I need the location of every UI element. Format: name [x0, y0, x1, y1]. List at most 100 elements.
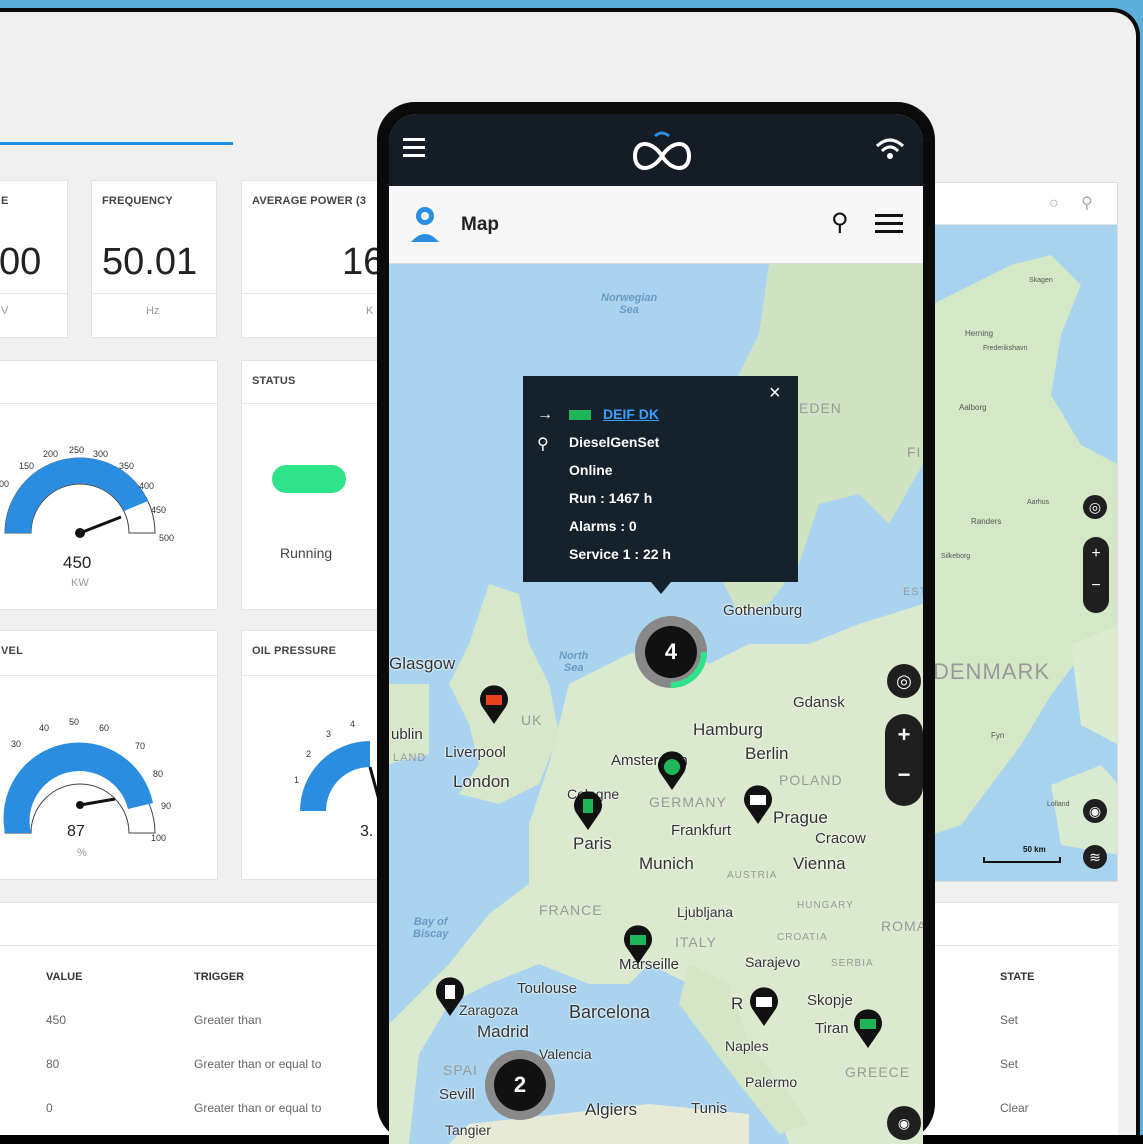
eye-icon[interactable]: ◉	[1083, 799, 1107, 823]
app-logo-icon	[632, 131, 692, 170]
divider	[242, 403, 390, 404]
frequency-card: FREQUENCY 50.01 Hz	[91, 180, 217, 338]
sea-label: Bay of Biscay	[413, 916, 449, 940]
town-label: Lolland	[1047, 801, 1070, 808]
search-icon[interactable]: ⚲	[1081, 193, 1093, 213]
cluster-marker[interactable]: 4	[635, 616, 707, 688]
europe-map[interactable]: Norwegian Sea North Sea Bay of Biscay ED…	[389, 264, 923, 1144]
city-label: Sarajevo	[745, 954, 801, 970]
city-label: Tangier	[445, 1122, 491, 1138]
city-label: Vienna	[793, 854, 846, 873]
generator-pin[interactable]	[741, 784, 775, 826]
zoom-out-button[interactable]: −	[885, 762, 923, 788]
site-link[interactable]: DEIF DK	[603, 406, 659, 422]
city-label: R	[731, 994, 744, 1013]
refresh-icon[interactable]: ○	[1049, 195, 1059, 213]
oil-value: 3.	[360, 823, 374, 840]
level-gauge-value: 87	[67, 823, 85, 840]
country-label: ITALY	[675, 934, 717, 950]
city-label: Prague	[773, 808, 828, 827]
zoom-in-button[interactable]: +	[885, 722, 923, 748]
country-label: GREECE	[845, 1064, 911, 1080]
city-label: Skopje	[807, 992, 853, 1009]
phone-device: Map ⚲ Norwegian Sea North Sea Bay of Bis…	[377, 102, 935, 1144]
active-tab-indicator	[0, 142, 233, 145]
phone-map-header: Map ⚲	[389, 186, 923, 264]
city-label: Palermo	[745, 1074, 798, 1090]
generator-pin-ok[interactable]	[851, 1008, 885, 1050]
locate-button[interactable]: ◎	[1083, 495, 1107, 519]
cell-state: Set	[1000, 1013, 1019, 1027]
cluster-marker[interactable]: 2	[485, 1050, 555, 1120]
cell-trigger: Greater than or equal to	[194, 1101, 322, 1115]
layers-icon[interactable]: ≋	[1083, 845, 1107, 869]
country-label: SERBIA	[831, 958, 874, 969]
wifi-icon	[875, 136, 905, 164]
town-label: Randers	[971, 517, 1002, 526]
frequency-value: 50.01	[102, 241, 198, 283]
battery-pin[interactable]	[571, 790, 605, 832]
generator-pin[interactable]	[747, 986, 781, 1028]
city-label: Paris	[573, 834, 612, 853]
generator-pin-ok[interactable]	[621, 924, 655, 966]
cell-trigger: Greater than or equal to	[194, 1057, 322, 1071]
power-gauge-unit: KW	[71, 577, 89, 589]
generator-pin-alarm[interactable]	[477, 684, 511, 726]
country-label: POLAND	[779, 772, 843, 788]
city-label: Cracow	[815, 830, 866, 847]
header-state: STATE	[1000, 971, 1035, 983]
level-gauge	[3, 742, 156, 834]
battery-pin[interactable]	[433, 976, 467, 1018]
arrow-right-icon[interactable]: →	[537, 406, 553, 424]
level-gauge-unit: %	[77, 847, 87, 859]
wind-turbine-pin[interactable]	[655, 750, 689, 792]
oil-gauge	[300, 741, 384, 812]
site-info-popup: × → ⚲ DEIF DK DieselGenSet Online Run : …	[523, 376, 798, 594]
header-value: VALUE	[46, 971, 83, 983]
oil-tick: 3	[326, 729, 332, 739]
status-title: STATUS	[252, 375, 296, 387]
voltage-unit: V	[1, 305, 9, 317]
town-label: Herning	[965, 329, 994, 338]
zoom-to-icon[interactable]: ⚲	[537, 434, 549, 454]
map-pin-person-icon	[411, 207, 439, 242]
cell-value: 450	[46, 1013, 67, 1027]
country-label: ROMA	[881, 918, 923, 934]
zoom-in-button[interactable]: +	[1083, 545, 1109, 563]
city-label: Sevill	[439, 1086, 475, 1103]
power-gauge-value: 450	[63, 553, 92, 572]
status-text: Running	[280, 545, 333, 561]
zoom-control: + −	[1083, 537, 1109, 613]
country-label: FRANCE	[539, 902, 603, 918]
power-gauge	[4, 457, 156, 538]
site-status: Online	[569, 462, 613, 478]
city-label: ublin	[391, 726, 423, 743]
city-label: Algiers	[585, 1100, 637, 1119]
country-label: LAND	[393, 752, 427, 764]
oil-tick: 1	[294, 775, 300, 785]
search-icon[interactable]: ⚲	[831, 208, 849, 237]
city-label: Ljubljana	[677, 904, 734, 920]
site-alarms: Alarms : 0	[569, 518, 637, 534]
town-label: Aalborg	[959, 403, 987, 412]
hamburger-menu-icon[interactable]	[403, 138, 425, 158]
city-label: Glasgow	[389, 654, 456, 673]
status-indicator	[272, 465, 346, 493]
locate-button[interactable]: ◎	[887, 664, 921, 698]
zoom-out-button[interactable]: −	[1083, 577, 1109, 595]
site-type-icon	[569, 410, 591, 420]
divider	[92, 293, 216, 294]
cell-value: 80	[46, 1057, 60, 1071]
oil-pressure-card: OIL PRESSURE 1 2 3 4 3.	[241, 630, 391, 880]
level-tick: 100	[151, 833, 167, 843]
close-icon[interactable]: ×	[769, 382, 781, 405]
zoom-control: + −	[885, 714, 923, 806]
city-label: Tiran	[815, 1020, 849, 1037]
country-label: UK	[521, 712, 543, 728]
map-scale-bar	[983, 857, 1061, 863]
average-power-unit: K	[366, 305, 374, 317]
country-label: GERMANY	[649, 794, 727, 810]
filter-settings-icon[interactable]	[875, 214, 903, 236]
power-tick: 400	[139, 481, 155, 491]
average-power-title: AVERAGE POWER (3	[252, 195, 367, 207]
